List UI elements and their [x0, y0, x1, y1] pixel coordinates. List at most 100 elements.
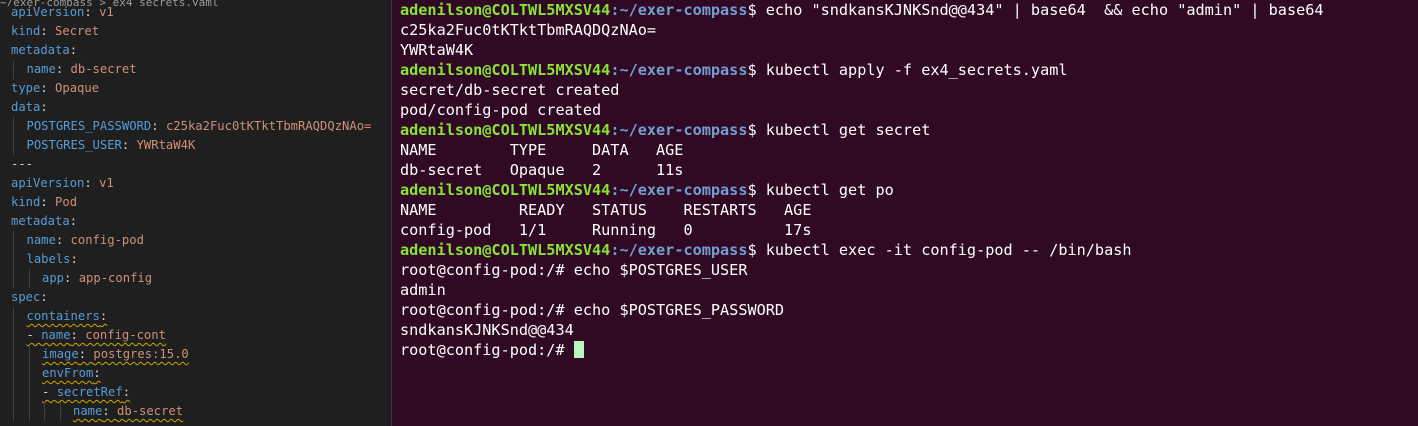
root-prompt: root@config-pod:/#: [400, 301, 574, 319]
code-line[interactable]: type: Opaque: [11, 79, 99, 98]
code-line[interactable]: name: db-secret: [73, 402, 183, 421]
indent-guide: [28, 364, 30, 383]
command-text: echo "sndkansKJNKSnd@@434" | base64 && e…: [765, 1, 1324, 19]
indent-guide: [28, 383, 30, 402]
yaml-separator: :: [40, 290, 48, 304]
yaml-separator: :: [84, 5, 100, 19]
code-line[interactable]: metadata:: [11, 212, 77, 231]
root-prompt: root@config-pod:/#: [400, 261, 574, 279]
yaml-key: containers: [26, 309, 100, 323]
yaml-value: app-config: [78, 271, 153, 285]
code-line[interactable]: app: app-config: [42, 269, 152, 288]
code-line[interactable]: envFrom:: [42, 364, 101, 383]
yaml-separator: :: [69, 43, 78, 57]
yaml-value: config-pod: [70, 233, 144, 247]
terminal-output-line: pod/config-pod created: [400, 101, 602, 119]
code-line[interactable]: containers:: [27, 307, 108, 326]
prompt-path: :~/exer-compass: [610, 61, 748, 79]
yaml-key: image: [42, 347, 79, 361]
command-text: echo $POSTGRES_USER: [573, 261, 748, 279]
prompt-path: :~/exer-compass: [610, 121, 748, 139]
yaml-value: YWRtaW4K: [136, 138, 196, 152]
yaml-editor-pane[interactable]: ~/exer-compass > ex4_secrets.yaml apiVer…: [0, 0, 391, 426]
code-line[interactable]: data:: [11, 98, 48, 117]
indent-guide: [13, 60, 14, 79]
yaml-key: data: [11, 100, 41, 114]
command-text: kubectl get po: [765, 181, 894, 199]
yaml-value: postgres:15.0: [93, 347, 189, 361]
prompt-user-host: adenilson@COLTWL5MXSV44: [400, 1, 611, 19]
code-line[interactable]: labels:: [27, 250, 78, 269]
code-line[interactable]: metadata:: [11, 41, 77, 60]
terminal-pane[interactable]: adenilson@COLTWL5MXSV44:~/exer-compass$ …: [392, 0, 1418, 426]
yaml-separator: :: [121, 138, 137, 152]
command-text: kubectl get secret: [765, 121, 931, 139]
terminal-output-line: sndkansKJNKSnd@@434: [400, 321, 574, 339]
yaml-separator: :: [70, 328, 86, 342]
terminal-prompt-line: adenilson@COLTWL5MXSV44:~/exer-compass$ …: [400, 120, 930, 140]
list-dash: -: [42, 385, 57, 399]
code-line[interactable]: name: db-secret: [27, 60, 137, 79]
indent-guide: [28, 345, 30, 364]
code-line[interactable]: - secretRef:: [42, 383, 130, 402]
indent-guide: [13, 364, 14, 383]
indent-guide: [13, 117, 14, 136]
prompt-symbol: $: [747, 181, 766, 199]
yaml-key: envFrom: [42, 366, 94, 380]
yaml-key: metadata: [11, 43, 70, 57]
terminal-output-line: admin: [400, 281, 446, 299]
terminal-output-line: NAME TYPE DATA AGE: [400, 141, 684, 159]
yaml-key: kind: [11, 24, 41, 38]
code-line[interactable]: spec:: [11, 288, 48, 307]
yaml-separator: :: [69, 214, 78, 228]
yaml-separator: :: [40, 100, 48, 114]
yaml-key: apiVersion: [11, 5, 85, 19]
terminal-output-line: c25ka2Fuc0tKTktTbmRAQDQzNAo=: [400, 21, 657, 39]
yaml-separator: :: [64, 271, 79, 285]
yaml-separator: :: [122, 385, 131, 399]
code-line[interactable]: name: config-pod: [27, 231, 144, 250]
yaml-separator: :: [55, 62, 71, 76]
prompt-path: :~/exer-compass: [610, 1, 748, 19]
indent-guide: [13, 269, 14, 288]
yaml-separator: :: [151, 119, 166, 133]
terminal-output-line: YWRtaW4K: [400, 41, 474, 59]
yaml-key: metadata: [11, 214, 70, 228]
yaml-value: db-secret: [70, 62, 137, 76]
yaml-key: apiVersion: [11, 176, 85, 190]
yaml-separator: :: [55, 233, 71, 247]
code-line[interactable]: POSTGRES_USER: YWRtaW4K: [27, 136, 196, 155]
indent-guide: [13, 250, 14, 269]
prompt-symbol: $: [747, 61, 766, 79]
code-line[interactable]: apiVersion: v1: [11, 174, 114, 193]
indent-guide: [13, 345, 14, 364]
terminal-cursor[interactable]: [573, 341, 584, 358]
code-line[interactable]: apiVersion: v1: [11, 3, 114, 22]
yaml-separator: :: [70, 252, 78, 266]
terminal-output-line: secret/db-secret created: [400, 81, 620, 99]
list-dash: -: [26, 328, 42, 342]
yaml-separator: :: [84, 176, 100, 190]
indent-guide: [13, 383, 14, 402]
yaml-separator: :: [99, 309, 108, 323]
yaml-value: v1: [99, 176, 114, 190]
prompt-symbol: $: [747, 1, 766, 19]
code-line[interactable]: image: postgres:15.0: [42, 345, 189, 364]
yaml-key: type: [11, 81, 41, 95]
prompt-symbol: $: [747, 121, 766, 139]
terminal-output-line: config-pod 1/1 Running 0 17s: [400, 221, 812, 239]
yaml-separator: :: [93, 366, 101, 380]
indent-guide: [13, 307, 14, 326]
code-line[interactable]: kind: Pod: [11, 193, 77, 212]
command-text: echo $POSTGRES_PASSWORD: [573, 301, 785, 319]
code-line[interactable]: POSTGRES_PASSWORD: c25ka2Fuc0tKTktTbmRAQ…: [27, 117, 372, 136]
code-line[interactable]: ---: [11, 155, 33, 174]
code-line[interactable]: - name: config-cont: [27, 326, 166, 345]
yaml-separator: :: [78, 347, 94, 361]
terminal-root-prompt-line: root@config-pod:/# echo $POSTGRES_USER: [400, 260, 747, 280]
terminal-output-line: NAME READY STATUS RESTARTS AGE: [400, 201, 812, 219]
code-line[interactable]: kind: Secret: [11, 22, 99, 41]
terminal-output-line: db-secret Opaque 2 11s: [400, 161, 684, 179]
yaml-value: Secret: [55, 24, 100, 38]
prompt-user-host: adenilson@COLTWL5MXSV44: [400, 61, 611, 79]
